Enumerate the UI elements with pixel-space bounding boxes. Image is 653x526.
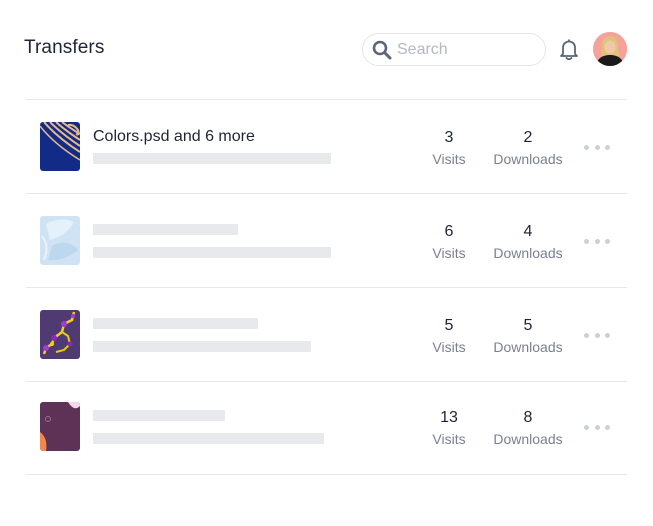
more-options-button[interactable]: [584, 142, 610, 152]
more-dot: [605, 144, 610, 150]
visits-label: Visits: [432, 431, 466, 447]
skeleton-title: [93, 318, 258, 329]
visits-count: 13: [440, 409, 458, 426]
downloads-count: 4: [523, 223, 533, 240]
transfer-name: Colors.psd and 6 more: [93, 128, 255, 145]
more-horizontal-icon: [584, 238, 589, 244]
more-dot: [605, 238, 610, 244]
downloads-stat: 2 Downloads: [488, 128, 568, 168]
search-input[interactable]: [397, 38, 537, 62]
transfer-row[interactable]: 6 Visits 4 Downloads: [26, 194, 627, 287]
visits-count: 5: [444, 317, 454, 334]
downloads-count: 8: [523, 409, 533, 426]
downloads-stat: 5 Downloads: [488, 316, 568, 356]
skeleton-title: [93, 224, 238, 235]
more-options-button[interactable]: [584, 422, 610, 432]
skeleton-line: [93, 247, 331, 258]
transfer-row[interactable]: 5 Visits 5 Downloads: [26, 288, 627, 381]
visits-stat: 3 Visits: [424, 128, 474, 168]
avatar[interactable]: [593, 32, 627, 66]
more-horizontal-icon: [584, 332, 589, 338]
visits-count: 3: [444, 129, 454, 146]
downloads-stat: 4 Downloads: [488, 222, 568, 262]
search-box[interactable]: [362, 33, 546, 66]
skeleton-line: [93, 433, 324, 444]
more-dot: [605, 332, 610, 338]
skeleton-line: [93, 153, 331, 164]
transfer-row[interactable]: Colors.psd and 6 more 3 Visits 2 Downloa…: [26, 100, 627, 193]
downloads-label: Downloads: [493, 151, 563, 167]
visits-stat: 5 Visits: [424, 316, 474, 356]
visits-label: Visits: [432, 339, 466, 355]
more-dot: [594, 238, 600, 244]
more-dot: [594, 424, 600, 430]
more-dot: [594, 332, 600, 338]
search-icon: [372, 40, 392, 60]
divider: [26, 474, 627, 475]
visits-label: Visits: [432, 245, 466, 261]
transfer-thumbnail: [40, 122, 80, 171]
page-title: Transfers: [24, 37, 105, 58]
more-dot: [605, 424, 610, 430]
more-horizontal-icon: [584, 144, 589, 150]
header: Transfers: [0, 0, 653, 100]
downloads-count: 5: [523, 317, 533, 334]
visits-label: Visits: [432, 151, 466, 167]
more-options-button[interactable]: [584, 330, 610, 340]
downloads-label: Downloads: [493, 431, 563, 447]
transfer-thumbnail: [40, 216, 80, 265]
visits-count: 6: [444, 223, 454, 240]
downloads-label: Downloads: [493, 245, 563, 261]
skeleton-line: [93, 341, 311, 352]
bell-icon[interactable]: [558, 37, 580, 61]
downloads-count: 2: [523, 129, 533, 146]
transfer-thumbnail: [40, 310, 80, 359]
transfer-row[interactable]: 13 Visits 8 Downloads: [26, 382, 627, 475]
avatar-image: [593, 32, 627, 66]
more-dot: [594, 144, 600, 150]
downloads-stat: 8 Downloads: [488, 408, 568, 448]
transfer-thumbnail: [40, 402, 80, 451]
visits-stat: 6 Visits: [424, 222, 474, 262]
downloads-label: Downloads: [493, 339, 563, 355]
more-options-button[interactable]: [584, 236, 610, 246]
more-horizontal-icon: [584, 424, 589, 430]
skeleton-title: [93, 410, 225, 421]
visits-stat: 13 Visits: [424, 408, 474, 448]
